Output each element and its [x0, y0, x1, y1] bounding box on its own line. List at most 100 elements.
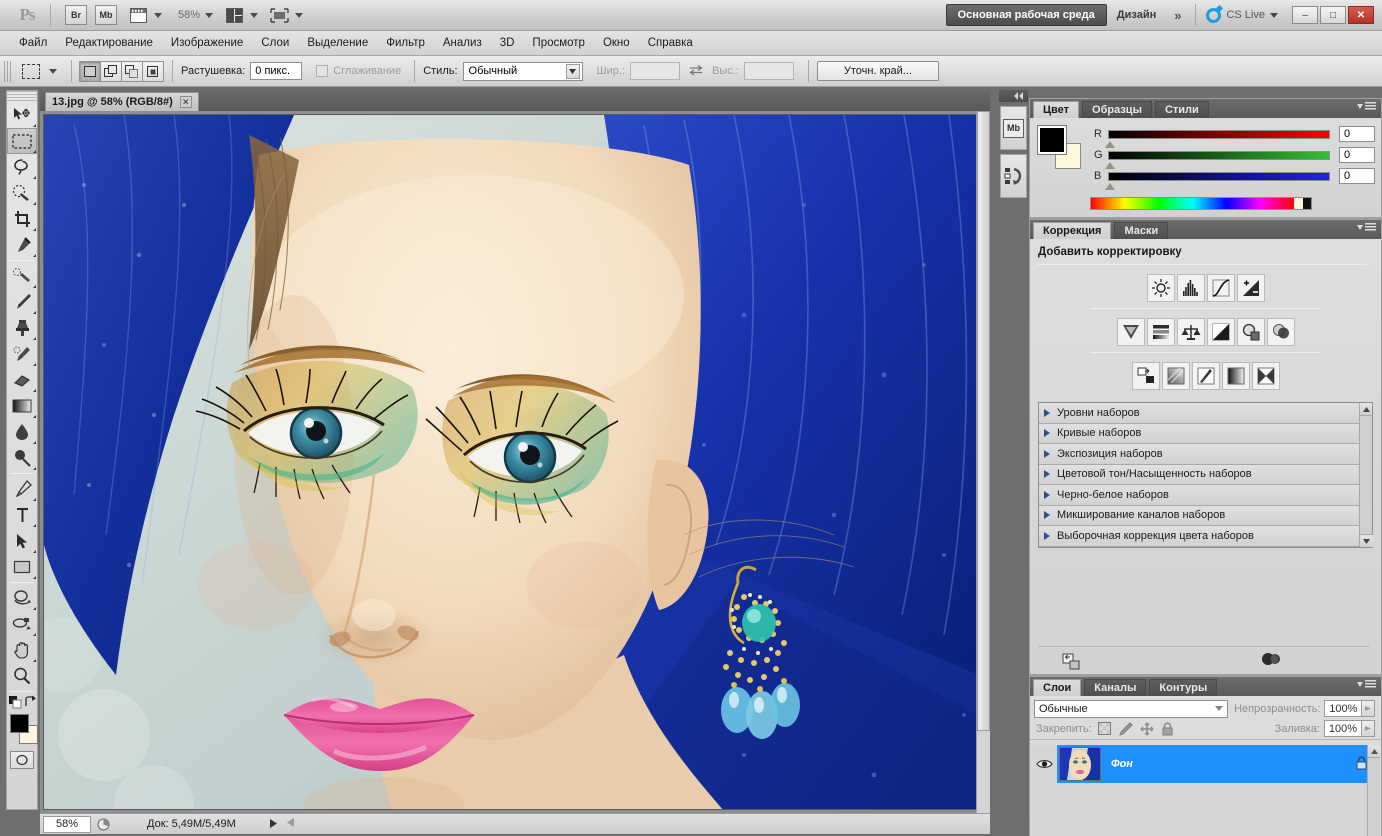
canvas-vertical-scrollbar[interactable] [976, 111, 990, 813]
preset-row[interactable]: Цветовой тон/Насыщенность наборов [1039, 464, 1359, 485]
width-input[interactable] [630, 62, 681, 80]
horizontal-type-tool[interactable] [7, 502, 37, 528]
screen-mode-chevron-down-icon[interactable] [295, 12, 304, 18]
levels-icon[interactable] [1176, 274, 1205, 302]
preset-row[interactable]: Выборочная коррекция цвета наборов [1039, 526, 1359, 547]
scrollbar-thumb[interactable] [977, 111, 990, 731]
vibrance-icon[interactable] [1116, 318, 1145, 346]
clip-to-layer-icon[interactable] [1062, 653, 1080, 669]
eraser-tool[interactable] [7, 367, 37, 393]
document-profile-icon[interactable] [93, 816, 113, 833]
menu-filter[interactable]: Фильтр [377, 34, 434, 52]
menu-image[interactable]: Изображение [162, 34, 252, 52]
tab-layers[interactable]: Слои [1033, 679, 1082, 696]
channel-value-g[interactable]: 0 [1339, 147, 1375, 163]
arrange-chevron-down-icon[interactable] [250, 12, 259, 18]
photo-filter-icon[interactable] [1236, 318, 1265, 346]
gradient-tool[interactable] [7, 393, 37, 419]
history-panel-button[interactable] [1000, 154, 1027, 198]
menu-view[interactable]: Просмотр [523, 34, 594, 52]
quick-selection-tool[interactable] [7, 180, 37, 206]
layers-panel-menu-button[interactable] [1357, 680, 1376, 689]
arrange-documents-icon[interactable] [223, 5, 245, 25]
selective-color-icon[interactable] [1251, 362, 1280, 390]
tab-channels[interactable]: Каналы [1084, 679, 1147, 696]
tool-preset-chevron-down-icon[interactable] [49, 68, 57, 74]
rectangle-shape-tool[interactable] [7, 554, 37, 580]
tab-adjustments[interactable]: Коррекция [1033, 222, 1112, 239]
lasso-tool[interactable] [7, 154, 37, 180]
document-tab[interactable]: 13.jpg @ 58% (RGB/8#) ✕ [45, 92, 199, 111]
layer-visibility-toggle[interactable] [1031, 745, 1057, 783]
fill-value[interactable]: 100% [1324, 720, 1362, 737]
swap-width-height-icon[interactable] [689, 64, 703, 79]
slider-track-g[interactable] [1105, 150, 1330, 169]
subtract-from-selection-button[interactable] [121, 60, 143, 82]
new-selection-button[interactable] [79, 60, 101, 82]
hue-saturation-icon[interactable] [1146, 318, 1175, 346]
menu-window[interactable]: Окно [594, 34, 639, 52]
blend-mode-select[interactable]: Обычные [1034, 699, 1229, 718]
scroll-up-icon[interactable] [1360, 403, 1372, 416]
cs-live-button[interactable]: CS Live [1206, 7, 1278, 23]
path-selection-tool[interactable] [7, 528, 37, 554]
tab-color[interactable]: Цвет [1033, 101, 1080, 118]
3d-object-rotate-tool[interactable] [7, 585, 37, 611]
preset-row[interactable]: Черно-белое наборов [1039, 485, 1359, 506]
foreground-color-swatch[interactable] [1038, 126, 1066, 154]
preset-row[interactable]: Уровни наборов [1039, 403, 1359, 424]
move-tool[interactable] [7, 102, 37, 128]
zoom-chevron-down-icon[interactable] [205, 12, 214, 18]
rectangular-marquee-tool[interactable] [7, 128, 37, 154]
hand-tool[interactable] [7, 637, 37, 663]
exposure-icon[interactable] [1236, 274, 1265, 302]
adjustments-panel-menu-button[interactable] [1357, 223, 1376, 232]
scroll-down-icon[interactable] [1360, 534, 1373, 547]
launch-bridge-button[interactable]: Br [65, 5, 87, 25]
canvas-area[interactable] [40, 111, 990, 813]
lock-image-pixels-icon[interactable] [1118, 721, 1134, 737]
lock-transparent-pixels-icon[interactable] [1097, 721, 1113, 737]
refine-edge-button[interactable]: Уточн. край... [816, 61, 939, 81]
status-menu-arrow-icon[interactable] [269, 818, 277, 830]
crop-tool[interactable] [7, 206, 37, 232]
slider-track-b[interactable] [1105, 171, 1330, 190]
tab-paths[interactable]: Контуры [1149, 679, 1218, 696]
opacity-value[interactable]: 100% [1324, 700, 1363, 717]
preset-row[interactable]: Экспозиция наборов [1039, 444, 1359, 465]
menu-edit[interactable]: Редактирование [56, 34, 162, 52]
mini-bridge-panel-button[interactable]: Mb [1000, 106, 1027, 150]
style-select[interactable]: Обычный [462, 61, 583, 81]
table-row[interactable]: Фон [1031, 745, 1380, 783]
layers-list[interactable]: Фон [1031, 745, 1380, 836]
history-brush-tool[interactable] [7, 341, 37, 367]
close-button[interactable]: ✕ [1348, 6, 1374, 24]
status-zoom-field[interactable]: 58% [43, 815, 91, 833]
opacity-stepper[interactable] [1362, 700, 1375, 717]
menu-3d[interactable]: 3D [491, 34, 524, 52]
workspace-design-button[interactable]: Дизайн [1107, 5, 1166, 25]
zoom-level-label[interactable]: 58% [178, 9, 200, 21]
adjustment-presets-list[interactable]: Уровни наборов Кривые наборов Экспозиция… [1038, 402, 1373, 548]
channel-value-r[interactable]: 0 [1339, 126, 1375, 142]
black-white-icon[interactable] [1206, 318, 1235, 346]
presets-scrollbar[interactable] [1359, 403, 1373, 547]
invert-icon[interactable] [1131, 362, 1160, 390]
curves-icon[interactable] [1206, 274, 1235, 302]
menu-file[interactable]: Файл [10, 34, 56, 52]
view-previous-state-icon[interactable] [1260, 652, 1282, 669]
toolbox-grip[interactable] [7, 91, 37, 102]
lock-position-icon[interactable] [1139, 721, 1155, 737]
fill-stepper[interactable] [1362, 720, 1375, 737]
feather-input[interactable]: 0 пикс. [250, 62, 303, 80]
tab-styles[interactable]: Стили [1154, 101, 1209, 118]
color-spectrum-ramp[interactable] [1090, 197, 1312, 210]
view-extras-icon[interactable] [127, 5, 149, 25]
channel-value-b[interactable]: 0 [1339, 168, 1375, 184]
menu-help[interactable]: Справка [639, 34, 702, 52]
pen-tool[interactable] [7, 476, 37, 502]
layer-name[interactable]: Фон [1111, 758, 1133, 770]
menu-analysis[interactable]: Анализ [434, 34, 491, 52]
add-to-selection-button[interactable] [100, 60, 122, 82]
clone-stamp-tool[interactable] [7, 315, 37, 341]
